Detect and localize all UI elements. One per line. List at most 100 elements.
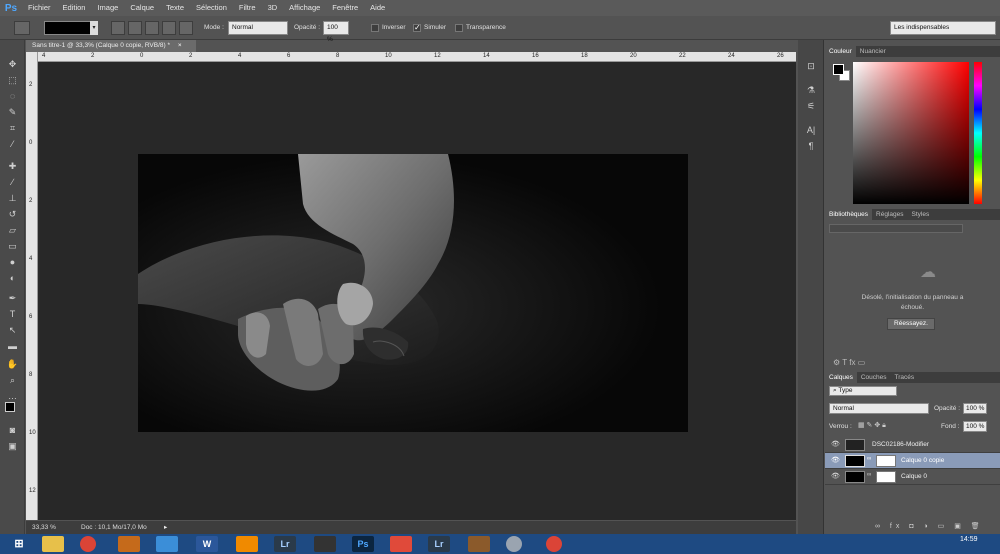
more-tools-icon[interactable]: … — [6, 390, 19, 402]
explorer-icon[interactable] — [42, 536, 64, 552]
menu-edition[interactable]: Edition — [57, 0, 92, 16]
horizontal-ruler[interactable]: 4 2 0 2 4 6 8 10 12 14 16 18 20 22 24 26 — [38, 52, 796, 62]
vertical-ruler[interactable]: 2 0 2 4 6 8 10 12 — [26, 52, 38, 520]
tab-adjustments[interactable]: Réglages — [872, 209, 907, 220]
menu-filtre[interactable]: Filtre — [233, 0, 262, 16]
library-select[interactable] — [829, 224, 963, 233]
history-brush-tool-icon[interactable]: ↺ — [6, 208, 19, 220]
tab-channels[interactable]: Couches — [857, 372, 891, 383]
chevron-right-icon[interactable]: ▸ — [164, 521, 167, 534]
tab-libraries[interactable]: Bibliothèques — [825, 209, 873, 220]
marquee-tool-icon[interactable]: ⬚ — [6, 74, 19, 86]
paragraph-icon[interactable]: ¶ — [805, 140, 817, 152]
word-icon[interactable]: W — [196, 536, 218, 552]
transparency-checkbox[interactable] — [455, 24, 463, 32]
vlc-icon[interactable] — [236, 536, 258, 552]
opacity-input[interactable]: 100 % — [323, 21, 349, 43]
healing-tool-icon[interactable]: ✚ — [6, 160, 19, 172]
menu-fichier[interactable]: Fichier — [22, 0, 57, 16]
eye-icon[interactable]: 👁︎ — [831, 472, 840, 480]
type-tool-icon[interactable]: T — [6, 308, 19, 320]
eraser-tool-icon[interactable]: ▱ — [6, 224, 19, 236]
zoom-level[interactable]: 33,33 % — [32, 521, 56, 534]
tab-layers[interactable]: Calques — [825, 372, 857, 383]
zoom-tool-icon[interactable]: ⌕ — [6, 374, 19, 386]
tool-preset-button[interactable] — [14, 21, 30, 35]
blend-mode-select[interactable]: Normal — [829, 403, 929, 414]
windows-start-icon[interactable]: ⊞ — [4, 536, 34, 552]
eyedropper-tool-icon[interactable]: ⁄ — [6, 138, 19, 150]
workspace-select[interactable]: Les indispensables — [890, 21, 996, 35]
app-icon[interactable] — [118, 536, 140, 552]
character-icon[interactable]: A| — [805, 124, 817, 136]
search-app-icon[interactable] — [506, 536, 522, 552]
blur-tool-icon[interactable]: ● — [6, 256, 19, 268]
radial-gradient-button[interactable] — [128, 21, 142, 35]
simulate-checkbox[interactable]: ✓ — [413, 24, 421, 32]
move-tool-icon[interactable]: ✥ — [6, 58, 19, 70]
invert-checkbox[interactable] — [371, 24, 379, 32]
eye-icon[interactable]: 👁︎ — [831, 440, 840, 448]
media-icon[interactable] — [390, 536, 412, 552]
path-select-tool-icon[interactable]: ↖ — [6, 324, 19, 336]
menu-image[interactable]: Image — [91, 0, 124, 16]
game-icon[interactable] — [468, 536, 490, 552]
reflected-gradient-button[interactable] — [162, 21, 176, 35]
lasso-tool-icon[interactable]: ◌ — [6, 90, 19, 102]
retry-button[interactable]: Réessayez. — [887, 318, 935, 330]
shape-tool-icon[interactable]: ▬ — [6, 340, 19, 352]
angle-gradient-button[interactable] — [145, 21, 159, 35]
foreground-color-swatch[interactable] — [5, 402, 15, 412]
properties-icon[interactable]: ⚟ — [805, 100, 817, 112]
photoshop-icon[interactable]: Ps — [352, 536, 374, 552]
lightroom-2-icon[interactable]: Lr — [428, 536, 450, 552]
document-tab[interactable]: Sans titre-1 @ 33,3% (Calque 0 copie, RV… — [26, 40, 196, 52]
chevron-down-icon[interactable]: ▾ — [90, 21, 98, 35]
fill-input[interactable]: 100 % — [963, 421, 987, 432]
chrome-2-icon[interactable] — [546, 536, 562, 552]
screen-mode-icon[interactable]: ▣ — [6, 440, 19, 452]
layer-opacity-input[interactable]: 100 % — [963, 403, 987, 414]
gradient-tool-icon[interactable]: ▭ — [6, 240, 19, 252]
library-footer-icons[interactable]: ⚙ T fx ▭ — [833, 358, 865, 367]
layer-mask-thumbnail[interactable] — [876, 455, 896, 467]
pen-tool-icon[interactable]: ✒ — [6, 292, 19, 304]
lightroom-icon[interactable]: Lr — [274, 536, 296, 552]
layer-mask-thumbnail[interactable] — [876, 471, 896, 483]
inkscape-icon[interactable] — [314, 536, 336, 552]
menu-fenetre[interactable]: Fenêtre — [326, 0, 364, 16]
menu-calque[interactable]: Calque — [124, 0, 160, 16]
diamond-gradient-button[interactable] — [179, 21, 193, 35]
layer-row[interactable]: 👁︎ DSC02186-Modifier — [825, 437, 1000, 453]
clock[interactable]: 14:59 — [960, 536, 978, 543]
close-icon[interactable]: × — [178, 42, 182, 49]
menu-3d[interactable]: 3D — [262, 0, 284, 16]
tab-swatches[interactable]: Nuancier — [856, 46, 890, 57]
actions-icon[interactable]: ⚗ — [805, 84, 817, 96]
layer-filter-select[interactable]: ⌕ Type — [829, 386, 897, 396]
lock-icons[interactable]: ▦ ✎ ✥ 🔒︎ — [858, 421, 886, 430]
menu-affichage[interactable]: Affichage — [283, 0, 326, 16]
linear-gradient-button[interactable] — [111, 21, 125, 35]
quick-mask-icon[interactable]: ◙ — [6, 424, 19, 436]
image-canvas[interactable] — [138, 154, 688, 432]
eye-icon[interactable]: 👁︎ — [831, 456, 840, 464]
chrome-icon[interactable] — [80, 536, 96, 552]
quick-select-tool-icon[interactable]: ✎ — [6, 106, 19, 118]
files-icon[interactable] — [156, 536, 178, 552]
dodge-tool-icon[interactable]: ◐ — [6, 272, 19, 284]
brush-tool-icon[interactable]: ∕ — [6, 176, 19, 188]
color-field[interactable] — [853, 62, 969, 204]
tab-color[interactable]: Couleur — [825, 46, 856, 57]
stamp-tool-icon[interactable]: ⊥ — [6, 192, 19, 204]
layer-row[interactable]: 👁︎ ∞ Calque 0 — [825, 469, 1000, 485]
menu-texte[interactable]: Texte — [160, 0, 190, 16]
color-fg-swatch[interactable] — [833, 64, 844, 75]
layers-footer-icons[interactable]: ∞ fx ◘ ◑ ▭ ▣ 🗑︎ — [875, 522, 995, 532]
hand-tool-icon[interactable]: ✋ — [6, 358, 19, 370]
menu-aide[interactable]: Aide — [364, 0, 391, 16]
menu-selection[interactable]: Sélection — [190, 0, 233, 16]
crop-tool-icon[interactable]: ⌗ — [6, 122, 19, 134]
tab-paths[interactable]: Tracés — [891, 372, 919, 383]
tab-styles[interactable]: Styles — [908, 209, 934, 220]
